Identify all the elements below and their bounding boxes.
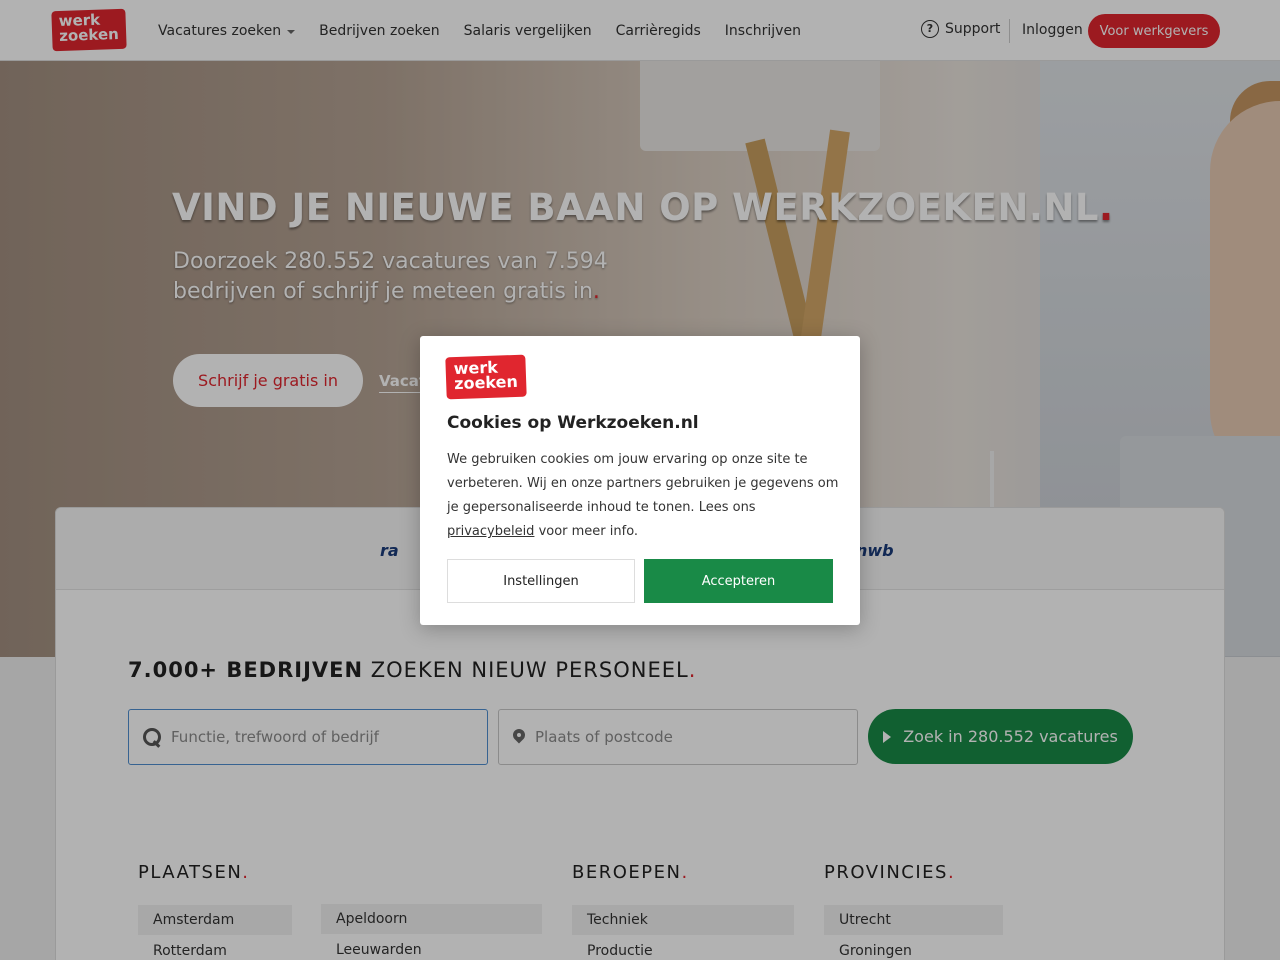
modal-logo-line2: zoeken	[453, 371, 519, 394]
cookie-modal: werk zoeken Cookies op Werkzoeken.nl We …	[420, 336, 860, 625]
modal-title: Cookies op Werkzoeken.nl	[447, 413, 699, 433]
accept-button[interactable]: Accepteren	[644, 559, 833, 603]
modal-text: We gebruiken cookies om jouw ervaring op…	[447, 448, 842, 544]
modal-text-after: voor meer info.	[534, 524, 639, 539]
privacy-policy-link[interactable]: privacybeleid	[447, 524, 534, 539]
modal-text-before: We gebruiken cookies om jouw ervaring op…	[447, 452, 839, 515]
modal-logo: werk zoeken	[445, 354, 527, 400]
settings-button[interactable]: Instellingen	[447, 559, 635, 603]
